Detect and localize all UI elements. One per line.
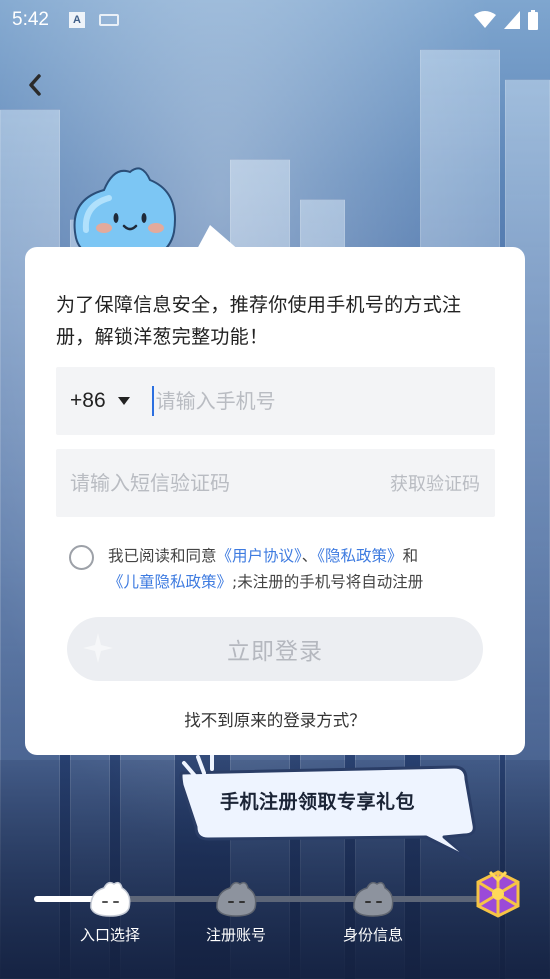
step-1-mascot-icon <box>90 881 131 917</box>
signal-icon <box>504 11 520 29</box>
login-button-label: 立即登录 <box>227 639 323 665</box>
wifi-icon <box>474 11 496 28</box>
privacy-policy-link[interactable]: 《隐私政策》 <box>317 547 402 565</box>
agreement-prefix: 我已阅读和同意 <box>108 547 217 565</box>
back-button[interactable] <box>20 70 50 100</box>
step-3-mascot-icon <box>353 881 394 917</box>
gift-icon[interactable] <box>472 868 524 920</box>
keyboard-icon <box>98 14 119 26</box>
phone-input[interactable] <box>155 389 495 413</box>
chevron-left-icon <box>29 74 41 96</box>
promo-banner[interactable]: 手机注册领取专享礼包 <box>174 753 484 865</box>
agreement-text: 我已阅读和同意《用户协议》、《隐私政策》和《儿童隐私政策》;未注册的手机号将自动… <box>108 543 508 595</box>
onboarding-progress: 入口选择 注册账号 身份信息 <box>0 860 550 970</box>
login-card: 为了保障信息安全，推荐你使用手机号的方式注册，解锁洋葱完整功能！ +86 获取验… <box>25 247 525 755</box>
status-time: 5:42 <box>12 9 49 30</box>
sms-code-field: 获取验证码 <box>56 449 495 517</box>
step-2-label: 注册账号 <box>205 926 266 944</box>
agreement-suffix: ;未注册的手机号将自动注册 <box>232 573 424 591</box>
get-code-button[interactable]: 获取验证码 <box>390 470 480 496</box>
intro-text: 为了保障信息安全，推荐你使用手机号的方式注册，解锁洋葱完整功能！ <box>56 294 462 348</box>
agreement-checkbox[interactable] <box>69 545 94 570</box>
sms-code-input[interactable] <box>70 471 390 495</box>
phone-field: +86 <box>56 367 495 435</box>
step-3-label: 身份信息 <box>342 926 403 944</box>
caret-down-icon[interactable] <box>117 397 130 405</box>
country-code-selector[interactable]: +86 <box>70 389 106 413</box>
input-method-badge: A <box>68 12 85 28</box>
agreement-and: 和 <box>402 547 419 565</box>
text-cursor <box>151 386 154 416</box>
battery-icon <box>528 10 538 30</box>
step-2-mascot-icon <box>216 881 257 917</box>
sparkle-icon <box>83 633 113 663</box>
status-bar: 5:42 A <box>0 0 550 40</box>
login-button[interactable]: 立即登录 <box>67 617 483 681</box>
forgot-login-link[interactable]: 找不到原来的登录方式？ <box>25 707 525 731</box>
user-agreement-link[interactable]: 《用户协议》 <box>217 547 302 565</box>
promo-label: 手机注册领取专享礼包 <box>220 791 416 813</box>
agreement-sep: 、 <box>301 547 318 565</box>
step-1-label: 入口选择 <box>79 926 140 944</box>
child-privacy-link[interactable]: 《儿童隐私政策》 <box>108 573 232 591</box>
